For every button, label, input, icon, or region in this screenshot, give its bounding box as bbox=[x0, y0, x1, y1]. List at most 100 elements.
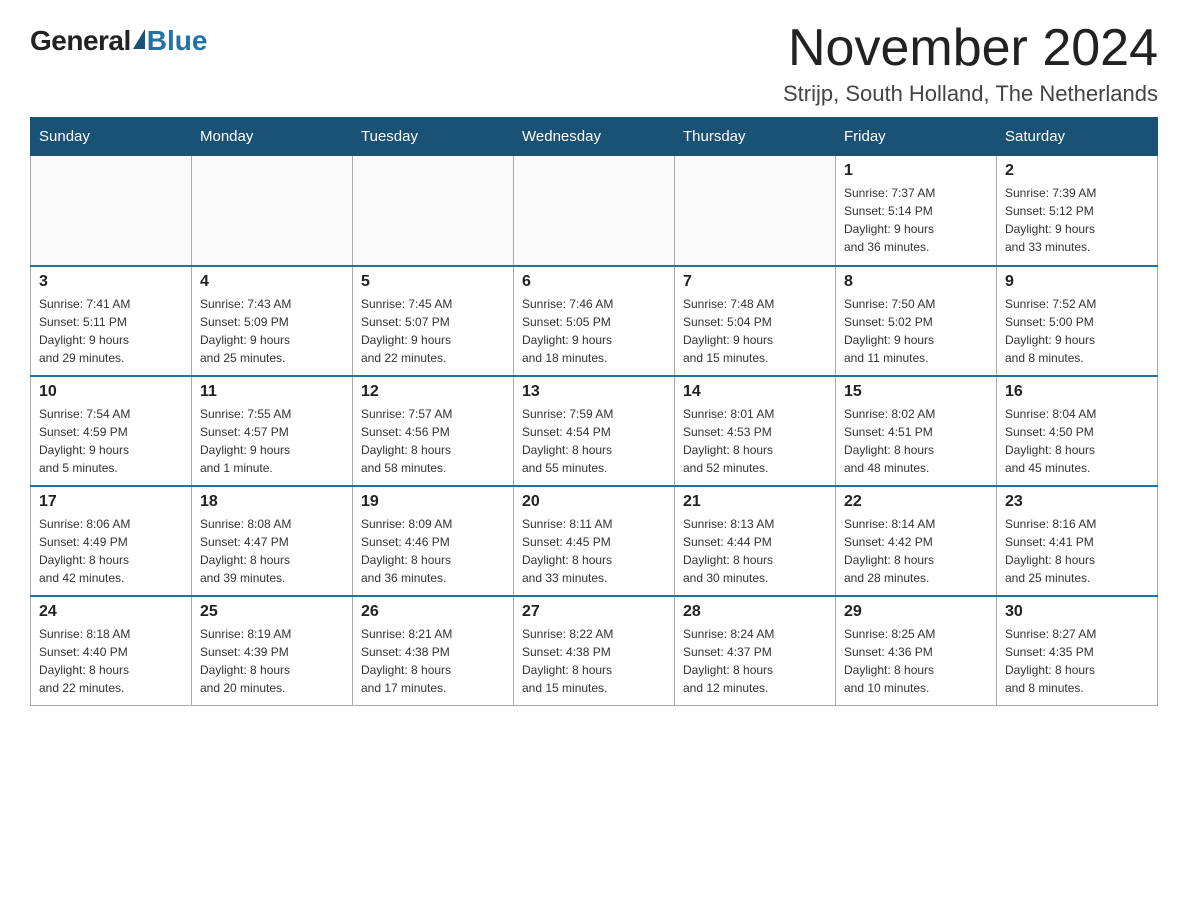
day-info: Sunrise: 7:46 AMSunset: 5:05 PMDaylight:… bbox=[522, 295, 666, 367]
calendar-cell bbox=[675, 156, 836, 266]
day-info: Sunrise: 7:41 AMSunset: 5:11 PMDaylight:… bbox=[39, 295, 183, 367]
day-info: Sunrise: 8:27 AMSunset: 4:35 PMDaylight:… bbox=[1005, 625, 1149, 697]
day-number: 29 bbox=[844, 603, 988, 621]
calendar-cell: 6 Sunrise: 7:46 AMSunset: 5:05 PMDaylight… bbox=[514, 266, 675, 376]
day-number: 8 bbox=[844, 273, 988, 291]
calendar-cell: 3 Sunrise: 7:41 AMSunset: 5:11 PMDaylight… bbox=[31, 266, 192, 376]
calendar-cell: 10 Sunrise: 7:54 AMSunset: 4:59 PMDayligh… bbox=[31, 376, 192, 486]
day-number: 12 bbox=[361, 383, 505, 401]
day-number: 2 bbox=[1005, 162, 1149, 180]
logo-general-text: General bbox=[30, 25, 131, 57]
day-info: Sunrise: 7:45 AMSunset: 5:07 PMDaylight:… bbox=[361, 295, 505, 367]
day-number: 23 bbox=[1005, 493, 1149, 511]
day-info: Sunrise: 7:43 AMSunset: 5:09 PMDaylight:… bbox=[200, 295, 344, 367]
day-number: 9 bbox=[1005, 273, 1149, 291]
calendar-day-header: Saturday bbox=[997, 118, 1158, 156]
day-number: 1 bbox=[844, 162, 988, 180]
calendar-table: SundayMondayTuesdayWednesdayThursdayFrid… bbox=[30, 117, 1158, 706]
day-info: Sunrise: 8:13 AMSunset: 4:44 PMDaylight:… bbox=[683, 515, 827, 587]
day-info: Sunrise: 7:39 AMSunset: 5:12 PMDaylight:… bbox=[1005, 184, 1149, 256]
calendar-cell: 29 Sunrise: 8:25 AMSunset: 4:36 PMDayligh… bbox=[836, 596, 997, 706]
calendar-cell: 20 Sunrise: 8:11 AMSunset: 4:45 PMDayligh… bbox=[514, 486, 675, 596]
day-info: Sunrise: 8:24 AMSunset: 4:37 PMDaylight:… bbox=[683, 625, 827, 697]
location-subtitle: Strijp, South Holland, The Netherlands bbox=[783, 81, 1158, 107]
calendar-cell: 19 Sunrise: 8:09 AMSunset: 4:46 PMDayligh… bbox=[353, 486, 514, 596]
logo: General Blue bbox=[30, 20, 207, 57]
calendar-week-row: 17 Sunrise: 8:06 AMSunset: 4:49 PMDayligh… bbox=[31, 486, 1158, 596]
logo-blue-text: Blue bbox=[147, 25, 208, 57]
day-info: Sunrise: 7:54 AMSunset: 4:59 PMDaylight:… bbox=[39, 405, 183, 477]
day-number: 7 bbox=[683, 273, 827, 291]
calendar-cell bbox=[192, 156, 353, 266]
day-number: 17 bbox=[39, 493, 183, 511]
day-info: Sunrise: 8:22 AMSunset: 4:38 PMDaylight:… bbox=[522, 625, 666, 697]
calendar-cell: 11Sunrise: 7:55 AMSunset: 4:57 PMDayligh… bbox=[192, 376, 353, 486]
day-number: 26 bbox=[361, 603, 505, 621]
calendar-day-header: Wednesday bbox=[514, 118, 675, 156]
calendar-cell: 27 Sunrise: 8:22 AMSunset: 4:38 PMDayligh… bbox=[514, 596, 675, 706]
day-number: 13 bbox=[522, 383, 666, 401]
calendar-cell: 13 Sunrise: 7:59 AMSunset: 4:54 PMDayligh… bbox=[514, 376, 675, 486]
day-info: Sunrise: 8:14 AMSunset: 4:42 PMDaylight:… bbox=[844, 515, 988, 587]
calendar-cell: 5 Sunrise: 7:45 AMSunset: 5:07 PMDaylight… bbox=[353, 266, 514, 376]
calendar-cell: 24Sunrise: 8:18 AMSunset: 4:40 PMDayligh… bbox=[31, 596, 192, 706]
calendar-day-header: Monday bbox=[192, 118, 353, 156]
day-number: 15 bbox=[844, 383, 988, 401]
calendar-cell: 14Sunrise: 8:01 AMSunset: 4:53 PMDayligh… bbox=[675, 376, 836, 486]
calendar-week-row: 3 Sunrise: 7:41 AMSunset: 5:11 PMDaylight… bbox=[31, 266, 1158, 376]
calendar-day-header: Tuesday bbox=[353, 118, 514, 156]
calendar-cell: 30Sunrise: 8:27 AMSunset: 4:35 PMDayligh… bbox=[997, 596, 1158, 706]
day-info: Sunrise: 8:01 AMSunset: 4:53 PMDaylight:… bbox=[683, 405, 827, 477]
day-info: Sunrise: 8:25 AMSunset: 4:36 PMDaylight:… bbox=[844, 625, 988, 697]
day-info: Sunrise: 8:09 AMSunset: 4:46 PMDaylight:… bbox=[361, 515, 505, 587]
day-number: 24 bbox=[39, 603, 183, 621]
calendar-cell: 4Sunrise: 7:43 AMSunset: 5:09 PMDaylight… bbox=[192, 266, 353, 376]
day-number: 16 bbox=[1005, 383, 1149, 401]
calendar-header-row: SundayMondayTuesdayWednesdayThursdayFrid… bbox=[31, 118, 1158, 156]
day-number: 21 bbox=[683, 493, 827, 511]
day-info: Sunrise: 8:16 AMSunset: 4:41 PMDaylight:… bbox=[1005, 515, 1149, 587]
calendar-cell bbox=[31, 156, 192, 266]
day-info: Sunrise: 7:57 AMSunset: 4:56 PMDaylight:… bbox=[361, 405, 505, 477]
calendar-cell: 9 Sunrise: 7:52 AMSunset: 5:00 PMDaylight… bbox=[997, 266, 1158, 376]
day-number: 6 bbox=[522, 273, 666, 291]
day-info: Sunrise: 8:08 AMSunset: 4:47 PMDaylight:… bbox=[200, 515, 344, 587]
day-info: Sunrise: 7:59 AMSunset: 4:54 PMDaylight:… bbox=[522, 405, 666, 477]
day-info: Sunrise: 8:11 AMSunset: 4:45 PMDaylight:… bbox=[522, 515, 666, 587]
day-info: Sunrise: 7:37 AMSunset: 5:14 PMDaylight:… bbox=[844, 184, 988, 256]
calendar-cell: 12 Sunrise: 7:57 AMSunset: 4:56 PMDayligh… bbox=[353, 376, 514, 486]
calendar-day-header: Thursday bbox=[675, 118, 836, 156]
day-number: 19 bbox=[361, 493, 505, 511]
day-info: Sunrise: 8:06 AMSunset: 4:49 PMDaylight:… bbox=[39, 515, 183, 587]
day-info: Sunrise: 8:19 AMSunset: 4:39 PMDaylight:… bbox=[200, 625, 344, 697]
month-year-title: November 2024 bbox=[783, 20, 1158, 77]
day-number: 18 bbox=[200, 493, 344, 511]
calendar-week-row: 10 Sunrise: 7:54 AMSunset: 4:59 PMDayligh… bbox=[31, 376, 1158, 486]
day-number: 5 bbox=[361, 273, 505, 291]
day-number: 27 bbox=[522, 603, 666, 621]
logo-triangle-icon bbox=[133, 29, 145, 49]
day-number: 25 bbox=[200, 603, 344, 621]
calendar-cell bbox=[514, 156, 675, 266]
day-number: 11 bbox=[200, 383, 344, 401]
calendar-cell: 1 Sunrise: 7:37 AMSunset: 5:14 PMDaylight… bbox=[836, 156, 997, 266]
day-number: 22 bbox=[844, 493, 988, 511]
day-info: Sunrise: 7:50 AMSunset: 5:02 PMDaylight:… bbox=[844, 295, 988, 367]
calendar-cell: 2 Sunrise: 7:39 AMSunset: 5:12 PMDaylight… bbox=[997, 156, 1158, 266]
calendar-cell: 16 Sunrise: 8:04 AMSunset: 4:50 PMDayligh… bbox=[997, 376, 1158, 486]
calendar-cell: 26Sunrise: 8:21 AMSunset: 4:38 PMDayligh… bbox=[353, 596, 514, 706]
day-info: Sunrise: 8:02 AMSunset: 4:51 PMDaylight:… bbox=[844, 405, 988, 477]
day-number: 10 bbox=[39, 383, 183, 401]
day-number: 3 bbox=[39, 273, 183, 291]
calendar-cell: 17 Sunrise: 8:06 AMSunset: 4:49 PMDayligh… bbox=[31, 486, 192, 596]
day-number: 20 bbox=[522, 493, 666, 511]
title-block: November 2024 Strijp, South Holland, The… bbox=[783, 20, 1158, 107]
calendar-cell: 28Sunrise: 8:24 AMSunset: 4:37 PMDayligh… bbox=[675, 596, 836, 706]
calendar-cell bbox=[353, 156, 514, 266]
calendar-week-row: 24Sunrise: 8:18 AMSunset: 4:40 PMDayligh… bbox=[31, 596, 1158, 706]
calendar-day-header: Friday bbox=[836, 118, 997, 156]
calendar-week-row: 1 Sunrise: 7:37 AMSunset: 5:14 PMDaylight… bbox=[31, 156, 1158, 266]
day-info: Sunrise: 8:04 AMSunset: 4:50 PMDaylight:… bbox=[1005, 405, 1149, 477]
day-info: Sunrise: 7:48 AMSunset: 5:04 PMDaylight:… bbox=[683, 295, 827, 367]
day-info: Sunrise: 7:52 AMSunset: 5:00 PMDaylight:… bbox=[1005, 295, 1149, 367]
